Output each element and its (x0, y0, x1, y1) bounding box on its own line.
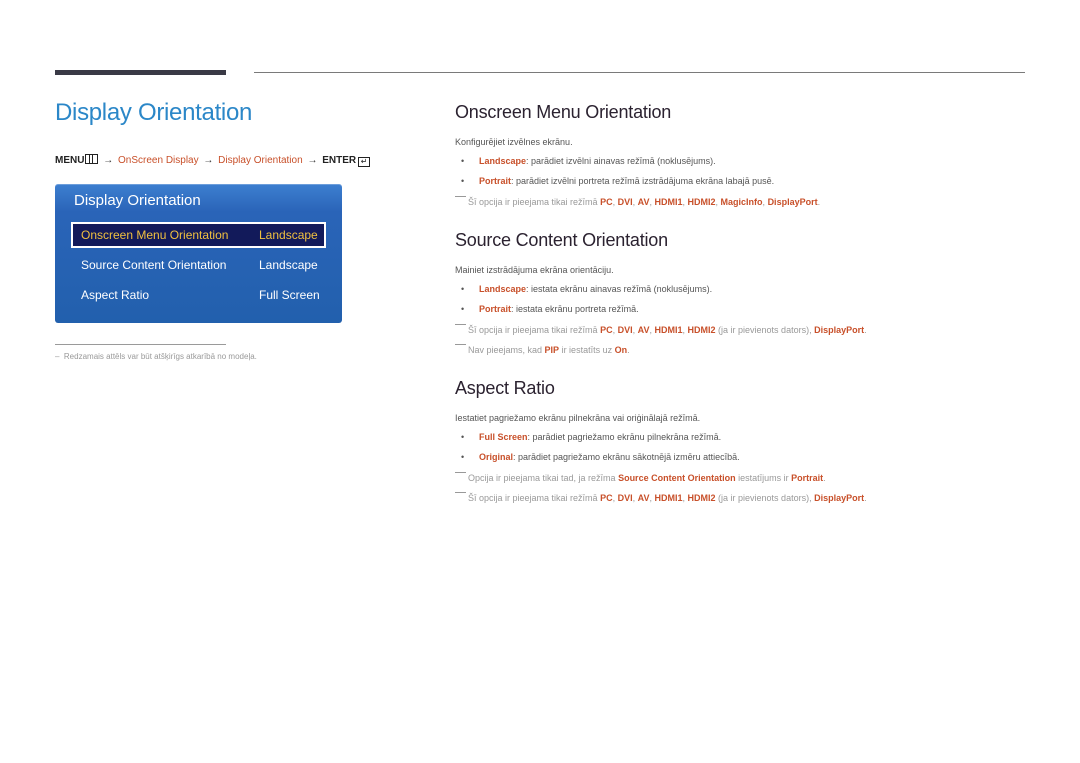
osd-item-source-content-orientation[interactable]: Source Content Orientation Landscape (71, 252, 326, 278)
term: Portrait (479, 176, 512, 186)
term: DVI (617, 493, 633, 503)
term: AV (637, 493, 650, 503)
term: Landscape (479, 156, 527, 166)
footnote: – Redzamais attēls var būt atšķirīgs atk… (55, 352, 257, 361)
footnote-rule (55, 344, 226, 345)
term: HDMI2 (687, 325, 716, 335)
term: AV (637, 325, 650, 335)
menu-path-step-onscreen-display: OnScreen Display (118, 155, 199, 166)
term: PIP (544, 345, 560, 355)
term: DisplayPort (814, 325, 865, 335)
osd-item-label: Aspect Ratio (81, 288, 150, 302)
section-heading: Onscreen Menu Orientation (455, 102, 672, 122)
menu-keyword: MENU (55, 155, 85, 166)
bullet-text: : parādiet izvēlni portreta režīmā izstr… (511, 176, 775, 186)
bullet-item: • Portrait: parādiet izvēlni portreta rež… (461, 176, 775, 186)
term: HDMI1 (654, 197, 683, 207)
bullet-text: : parādiet pagriežamo ekrānu sākotnējā i… (513, 452, 740, 462)
osd-item-value: Landscape (259, 258, 318, 272)
bullet-text: : iestata ekrānu portreta režīmā. (511, 304, 639, 314)
note-text: Nav pieejams, kad (468, 345, 545, 355)
menu-path: MENU → OnScreen Display → Display Orient… (55, 154, 371, 167)
note-dash-icon (455, 472, 466, 473)
bullet-item: • Landscape: parādiet izvēlni ainavas rež… (461, 156, 716, 166)
note-text: (ja ir pievienots dators), (715, 493, 815, 503)
note-text: ir iestatīts uz (559, 345, 615, 355)
note: Šī opcija ir pieejama tikai režīmā PC, D… (455, 324, 867, 335)
term: Landscape (479, 284, 527, 294)
arrow-icon: → (203, 155, 214, 166)
note-dash-icon (455, 324, 466, 325)
arrow-icon: → (103, 155, 114, 166)
bullet-item: • Original: parādiet pagriežamo ekrānu sā… (461, 452, 740, 462)
note: Opcija ir pieejama tikai tad, ja režīma … (455, 472, 826, 483)
term: PC (600, 197, 613, 207)
bullet-item: • Landscape: iestata ekrānu ainavas režīm… (461, 284, 713, 294)
note: Nav pieejams, kad PIP ir iestatīts uz On… (455, 344, 630, 355)
term: Portrait (791, 473, 824, 483)
note-text: Šī opcija ir pieejama tikai režīmā (468, 325, 601, 335)
term: HDMI1 (654, 325, 683, 335)
term: HDMI2 (687, 197, 716, 207)
note-text: (ja ir pievienots dators), (715, 325, 815, 335)
section-heading: Source Content Orientation (455, 230, 668, 250)
term: AV (637, 197, 650, 207)
page-title: Display Orientation (55, 99, 253, 126)
arrow-icon: → (307, 155, 318, 166)
osd-item-value: Full Screen (259, 288, 320, 302)
term: MagicInfo (720, 197, 763, 207)
bullet-text: : parādiet pagriežamo ekrānu pilnekrāna … (527, 432, 722, 442)
term: DisplayPort (767, 197, 818, 207)
note: Šī opcija ir pieejama tikai režīmā PC, D… (455, 196, 820, 207)
term: DVI (617, 325, 633, 335)
osd-title: Display Orientation (74, 192, 201, 209)
bullet-text: : parādiet izvēlni ainavas režīmā (noklu… (526, 156, 716, 166)
term: HDMI1 (654, 493, 683, 503)
enter-keyword: ENTER (322, 155, 357, 166)
term: DVI (617, 197, 633, 207)
section-description: Iestatiet pagriežamo ekrānu pilnekrāna v… (455, 413, 701, 423)
section-source-content-orientation: Source Content Orientation Mainiet izstr… (455, 230, 867, 355)
term: On (614, 345, 628, 355)
osd-menu-panel: Display Orientation Onscreen Menu Orient… (55, 184, 342, 323)
term: Portrait (479, 304, 512, 314)
osd-item-label: Onscreen Menu Orientation (81, 228, 229, 242)
note: Šī opcija ir pieejama tikai režīmā PC, D… (455, 492, 867, 503)
term: PC (600, 493, 613, 503)
bullet-item: • Full Screen: parādiet pagriežamo ekrānu… (461, 432, 722, 442)
osd-item-label: Source Content Orientation (81, 258, 227, 272)
header-rule (254, 72, 1025, 73)
note-text: Šī opcija ir pieejama tikai režīmā (468, 197, 601, 207)
menu-path-step-display-orientation: Display Orientation (218, 155, 303, 166)
term: Full Screen (479, 432, 528, 442)
section-aspect-ratio: Aspect Ratio Iestatiet pagriežamo ekrānu… (455, 378, 867, 503)
bullet-item: • Portrait: iestata ekrānu portreta režīm… (461, 304, 639, 314)
section-onscreen-menu-orientation: Onscreen Menu Orientation Konfigurējiet … (455, 102, 820, 207)
term: Source Content Orientation (618, 473, 736, 483)
note-text: iestatījums ir (735, 473, 792, 483)
note-dash-icon (455, 196, 466, 197)
osd-item-value: Landscape (259, 228, 318, 242)
note-dash-icon (455, 344, 466, 345)
bullet-text: : iestata ekrānu ainavas režīmā (noklusē… (526, 284, 713, 294)
term: PC (600, 325, 613, 335)
osd-item-onscreen-menu-orientation[interactable]: Onscreen Menu Orientation Landscape (71, 222, 326, 248)
note-text: Šī opcija ir pieejama tikai režīmā (468, 493, 601, 503)
enter-icon: ↵ (358, 157, 371, 167)
section-description: Konfigurējiet izvēlnes ekrānu. (455, 137, 573, 147)
section-description: Mainiet izstrādājuma ekrāna orientāciju. (455, 265, 614, 275)
footnote-text: Redzamais attēls var būt atšķirīgs atkar… (63, 352, 257, 361)
menu-icon (85, 154, 99, 164)
header-bar-thick (55, 70, 226, 75)
osd-item-aspect-ratio[interactable]: Aspect Ratio Full Screen (71, 282, 326, 308)
term: HDMI2 (687, 493, 716, 503)
term: Original (479, 452, 514, 462)
note-text: Opcija ir pieejama tikai tad, ja režīma (468, 473, 619, 483)
term: DisplayPort (814, 493, 865, 503)
section-heading: Aspect Ratio (455, 378, 555, 398)
note-dash-icon (455, 492, 466, 493)
